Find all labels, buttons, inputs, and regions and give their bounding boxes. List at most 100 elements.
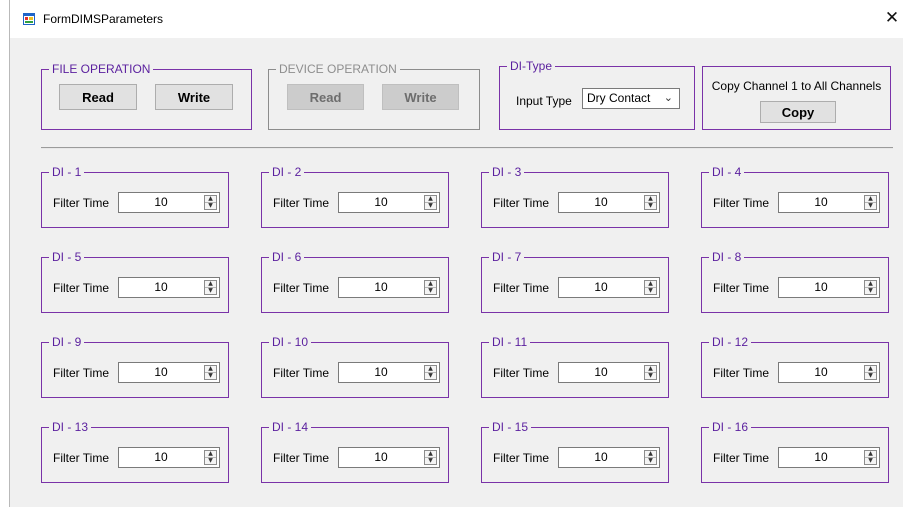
filter-time-input[interactable]: 10 ▲ ▼ <box>558 447 660 468</box>
filter-time-value[interactable]: 10 <box>779 278 863 297</box>
filter-time-value[interactable]: 10 <box>119 448 203 467</box>
filter-time-input[interactable]: 10 ▲ ▼ <box>338 447 440 468</box>
input-type-dropdown[interactable]: Dry Contact ⌄ <box>582 88 680 109</box>
file-read-button[interactable]: Read <box>59 84 137 110</box>
filter-time-input[interactable]: 10 ▲ ▼ <box>778 362 880 383</box>
file-operation-group: FILE OPERATION Read Write <box>41 62 252 130</box>
window-title: FormDIMSParameters <box>43 12 164 26</box>
device-operation-group: DEVICE OPERATION Read Write <box>268 62 480 130</box>
filter-time-input[interactable]: 10 ▲ ▼ <box>338 362 440 383</box>
spin-down-icon[interactable]: ▼ <box>425 373 436 379</box>
di-channel-group: DI - 16 Filter Time 10 ▲ ▼ <box>701 420 889 483</box>
spin-down-icon[interactable]: ▼ <box>205 203 216 209</box>
filter-time-input[interactable]: 10 ▲ ▼ <box>118 362 220 383</box>
filter-time-input[interactable]: 10 ▲ ▼ <box>338 192 440 213</box>
device-write-button[interactable]: Write <box>382 84 459 110</box>
form-app-icon <box>23 13 35 25</box>
di-channel-title: DI - 1 <box>49 165 85 179</box>
filter-time-input[interactable]: 10 ▲ ▼ <box>118 447 220 468</box>
di-channel-title: DI - 5 <box>49 250 85 264</box>
input-type-value: Dry Contact <box>587 91 651 105</box>
spinner-buttons: ▲ ▼ <box>644 450 657 465</box>
filter-time-input[interactable]: 10 ▲ ▼ <box>558 277 660 298</box>
spinner-buttons: ▲ ▼ <box>424 450 437 465</box>
filter-time-label: Filter Time <box>493 196 550 210</box>
filter-time-input[interactable]: 10 ▲ ▼ <box>778 447 880 468</box>
device-read-button[interactable]: Read <box>287 84 364 110</box>
di-channel-group: DI - 11 Filter Time 10 ▲ ▼ <box>481 335 669 398</box>
di-channel-title: DI - 14 <box>269 420 312 434</box>
spin-down-icon[interactable]: ▼ <box>205 288 216 294</box>
di-channel-title: DI - 15 <box>489 420 532 434</box>
di-channel-group: DI - 3 Filter Time 10 ▲ ▼ <box>481 165 669 228</box>
filter-time-input[interactable]: 10 ▲ ▼ <box>338 277 440 298</box>
filter-time-input[interactable]: 10 ▲ ▼ <box>558 362 660 383</box>
filter-time-value[interactable]: 10 <box>779 363 863 382</box>
spin-down-icon[interactable]: ▼ <box>865 373 876 379</box>
filter-time-value[interactable]: 10 <box>339 363 423 382</box>
spin-down-icon[interactable]: ▼ <box>645 203 656 209</box>
filter-time-label: Filter Time <box>53 196 110 210</box>
spin-down-icon[interactable]: ▼ <box>865 288 876 294</box>
group-title: DEVICE OPERATION <box>276 62 400 76</box>
filter-time-input[interactable]: 10 ▲ ▼ <box>118 192 220 213</box>
di-channel-group: DI - 13 Filter Time 10 ▲ ▼ <box>41 420 229 483</box>
spin-down-icon[interactable]: ▼ <box>205 373 216 379</box>
filter-time-label: Filter Time <box>273 366 330 380</box>
filter-time-value[interactable]: 10 <box>339 448 423 467</box>
spinner-buttons: ▲ ▼ <box>644 365 657 380</box>
spin-down-icon[interactable]: ▼ <box>645 288 656 294</box>
spin-down-icon[interactable]: ▼ <box>425 458 436 464</box>
filter-time-label: Filter Time <box>713 196 770 210</box>
di-channel-group: DI - 15 Filter Time 10 ▲ ▼ <box>481 420 669 483</box>
filter-time-input[interactable]: 10 ▲ ▼ <box>558 192 660 213</box>
spinner-buttons: ▲ ▼ <box>864 195 877 210</box>
spinner-buttons: ▲ ▼ <box>424 280 437 295</box>
filter-time-label: Filter Time <box>493 366 550 380</box>
filter-time-label: Filter Time <box>713 366 770 380</box>
close-icon[interactable]: ✕ <box>880 6 903 30</box>
di-channel-group: DI - 6 Filter Time 10 ▲ ▼ <box>261 250 449 313</box>
di-channel-group: DI - 4 Filter Time 10 ▲ ▼ <box>701 165 889 228</box>
di-channel-title: DI - 9 <box>49 335 85 349</box>
filter-time-label: Filter Time <box>53 281 110 295</box>
input-type-label: Input Type <box>516 94 572 108</box>
filter-time-value[interactable]: 10 <box>119 193 203 212</box>
di-channel-title: DI - 10 <box>269 335 312 349</box>
filter-time-label: Filter Time <box>273 281 330 295</box>
filter-time-value[interactable]: 10 <box>779 193 863 212</box>
filter-time-input[interactable]: 10 ▲ ▼ <box>118 277 220 298</box>
spin-down-icon[interactable]: ▼ <box>645 373 656 379</box>
filter-time-value[interactable]: 10 <box>559 448 643 467</box>
spinner-buttons: ▲ ▼ <box>204 450 217 465</box>
spin-down-icon[interactable]: ▼ <box>425 288 436 294</box>
filter-time-input[interactable]: 10 ▲ ▼ <box>778 277 880 298</box>
di-channel-title: DI - 6 <box>269 250 305 264</box>
filter-time-input[interactable]: 10 ▲ ▼ <box>778 192 880 213</box>
filter-time-value[interactable]: 10 <box>559 363 643 382</box>
filter-time-value[interactable]: 10 <box>119 278 203 297</box>
spin-down-icon[interactable]: ▼ <box>205 458 216 464</box>
di-type-group: DI-Type Input Type Dry Contact ⌄ <box>499 59 695 130</box>
filter-time-value[interactable]: 10 <box>559 193 643 212</box>
copy-button[interactable]: Copy <box>760 101 836 123</box>
filter-time-label: Filter Time <box>273 196 330 210</box>
filter-time-value[interactable]: 10 <box>339 193 423 212</box>
filter-time-value[interactable]: 10 <box>119 363 203 382</box>
spin-down-icon[interactable]: ▼ <box>865 458 876 464</box>
spin-down-icon[interactable]: ▼ <box>425 203 436 209</box>
file-write-button[interactable]: Write <box>155 84 233 110</box>
spinner-buttons: ▲ ▼ <box>864 280 877 295</box>
di-channel-title: DI - 11 <box>489 335 531 349</box>
spinner-buttons: ▲ ▼ <box>644 195 657 210</box>
filter-time-value[interactable]: 10 <box>559 278 643 297</box>
filter-time-label: Filter Time <box>493 281 550 295</box>
spin-down-icon[interactable]: ▼ <box>645 458 656 464</box>
filter-time-label: Filter Time <box>53 451 110 465</box>
filter-time-value[interactable]: 10 <box>779 448 863 467</box>
spinner-buttons: ▲ ▼ <box>204 195 217 210</box>
spinner-buttons: ▲ ▼ <box>424 365 437 380</box>
di-channel-group: DI - 10 Filter Time 10 ▲ ▼ <box>261 335 449 398</box>
spin-down-icon[interactable]: ▼ <box>865 203 876 209</box>
filter-time-value[interactable]: 10 <box>339 278 423 297</box>
